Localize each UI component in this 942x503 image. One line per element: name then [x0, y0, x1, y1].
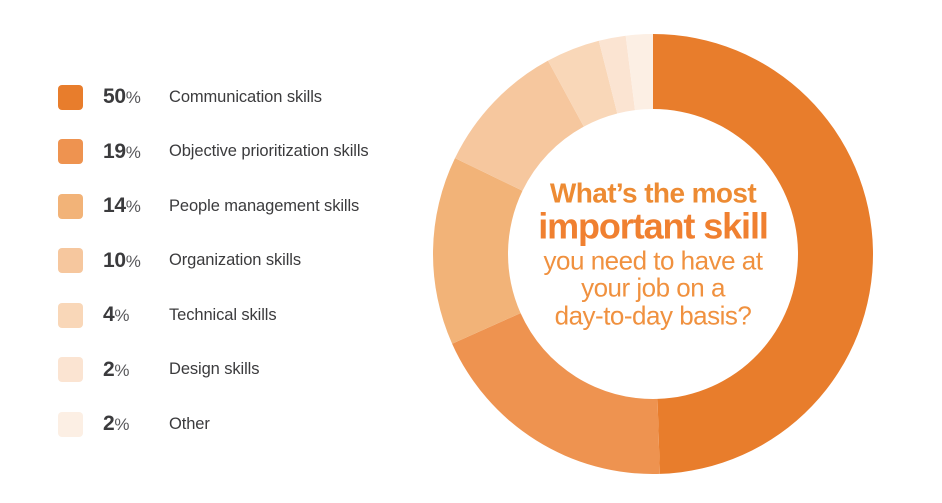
legend-label: Technical skills: [169, 305, 277, 324]
legend-color-swatch: [58, 411, 83, 437]
legend-color-swatch: [58, 248, 83, 274]
legend-label: Organization skills: [169, 251, 301, 270]
legend-label: People management skills: [169, 196, 360, 215]
percent-sign: %: [114, 415, 130, 435]
chart-legend: 50% Communication skills 19% Objective p…: [58, 70, 418, 452]
legend-item[interactable]: 14% People management skills: [58, 179, 418, 234]
legend-percent-value: 14: [103, 194, 126, 218]
legend-percent: 4%: [103, 303, 169, 327]
percent-sign: %: [125, 88, 141, 108]
legend-percent: 10%: [103, 249, 169, 273]
legend-percent-value: 4: [103, 303, 115, 327]
legend-color-swatch: [58, 84, 83, 110]
legend-percent-value: 50: [103, 85, 126, 109]
legend-label: Communication skills: [169, 87, 322, 106]
legend-item[interactable]: 19% Objective prioritization skills: [58, 125, 418, 180]
legend-percent: 50%: [103, 85, 169, 109]
legend-item[interactable]: 2% Other: [58, 397, 418, 452]
donut-chart-infographic: 50% Communication skills 19% Objective p…: [0, 0, 942, 503]
percent-sign: %: [125, 251, 141, 271]
legend-percent-value: 2: [103, 412, 115, 436]
legend-label: Other: [169, 414, 210, 433]
legend-percent-value: 10: [103, 248, 126, 272]
legend-color-swatch: [58, 302, 83, 328]
donut-slice-group: [433, 34, 873, 474]
legend-item[interactable]: 50% Communication skills: [58, 70, 418, 125]
legend-color-swatch: [58, 139, 83, 165]
legend-percent: 19%: [103, 140, 169, 164]
donut-slice[interactable]: [452, 313, 660, 474]
donut-slice[interactable]: [433, 158, 523, 344]
legend-percent: 14%: [103, 194, 169, 218]
legend-color-swatch: [58, 193, 83, 219]
legend-item[interactable]: 4% Technical skills: [58, 288, 418, 343]
percent-sign: %: [114, 306, 130, 326]
legend-percent-value: 2: [103, 357, 115, 381]
percent-sign: %: [114, 360, 130, 380]
percent-sign: %: [125, 142, 141, 162]
legend-color-swatch: [58, 357, 83, 383]
legend-item[interactable]: 10% Organization skills: [58, 234, 418, 289]
donut-chart: [433, 34, 873, 474]
legend-item[interactable]: 2% Design skills: [58, 343, 418, 398]
donut-slice[interactable]: [653, 34, 873, 474]
legend-percent: 2%: [103, 358, 169, 382]
legend-label: Objective prioritization skills: [169, 142, 369, 161]
percent-sign: %: [125, 197, 141, 217]
legend-label: Design skills: [169, 360, 260, 379]
legend-percent: 2%: [103, 412, 169, 436]
donut-chart-svg: [433, 34, 873, 474]
legend-percent-value: 19: [103, 139, 126, 163]
